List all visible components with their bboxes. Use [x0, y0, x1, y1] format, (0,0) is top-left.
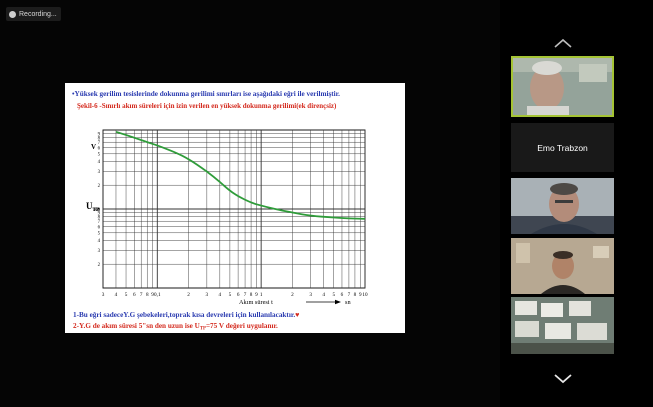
- participant-video-tile[interactable]: [511, 178, 614, 234]
- chart-x-tick-label: 3: [102, 292, 105, 298]
- chart-x-tick-label: 6: [341, 292, 344, 298]
- chart-x-tick-label: 3: [206, 292, 209, 298]
- slide-note-2-prefix: 2-Y.G de akım süresi 5"sn den uzun ise U: [73, 322, 201, 330]
- slide-figure-caption: Şekil-6 -Sınırlı akım süreleri için izin…: [77, 102, 337, 110]
- slide-note-1: 1-Bu eğri sadeceY.G şebekeleri,toprak kı…: [73, 311, 299, 319]
- participant-video-tile[interactable]: [511, 297, 614, 354]
- chart-y-tick-label: 2: [98, 184, 101, 189]
- chart-y-tick-label: 4: [98, 239, 101, 244]
- video-frame: [513, 58, 612, 115]
- recording-label: Recording...: [19, 10, 57, 18]
- video-frame: [511, 297, 614, 354]
- chart-y-tick-label: 7: [98, 141, 101, 146]
- slide-canvas: •Yüksek gerilim tesislerinde dokunma ger…: [72, 90, 368, 332]
- arrow-right-icon: [335, 299, 341, 305]
- chart-y-tick-label: 3: [98, 249, 101, 254]
- video-frame: [511, 178, 614, 234]
- participant-video-tile[interactable]: [511, 238, 614, 294]
- chart-x-tick-label: 10: [362, 292, 368, 298]
- chart-x-tick-label: 4: [115, 292, 118, 298]
- participant-video-tile[interactable]: [511, 56, 614, 117]
- chart-y-tick-label: 5: [98, 153, 101, 158]
- chart-x-tick-label: 5: [229, 292, 232, 298]
- chart-xlabel: Akım süresi t: [239, 299, 273, 306]
- chevron-down-icon[interactable]: [552, 372, 574, 384]
- chart-series-line: [115, 130, 366, 220]
- chart-x-tick-label: 8: [354, 292, 357, 298]
- chevron-up-icon[interactable]: [552, 37, 574, 49]
- slide-bullet-line: •Yüksek gerilim tesislerinde dokunma ger…: [72, 90, 340, 98]
- chart-x-tick-label: 4: [322, 292, 325, 298]
- chart-x-tick-label: 2: [187, 292, 190, 298]
- chart-x-tick-label: 4: [219, 292, 222, 298]
- chart-x-tick-label: 8: [146, 292, 149, 298]
- chart-y-tick-label: 6: [98, 146, 101, 151]
- chart-ylabel: UTP: [86, 201, 100, 213]
- chart-x-tick-label: 6: [133, 292, 136, 298]
- chart-y-tick-label: 3: [98, 170, 101, 175]
- chart-xlabel-unit: sn: [345, 299, 351, 306]
- chart-x-tick-label: 0,1: [154, 292, 161, 298]
- chart-x-tick-label: 5: [125, 292, 128, 298]
- chart-ylabel-unit: V: [91, 143, 96, 151]
- participant-name-tile[interactable]: Emo Trabzon: [511, 123, 614, 172]
- chart-y-tick-label: 6: [98, 225, 101, 230]
- chart-x-tick-label: 2: [291, 292, 294, 298]
- chart-x-tick-label: 7: [348, 292, 351, 298]
- screen-share-area: Recording... •Yüksek gerilim tesislerind…: [0, 0, 500, 407]
- slide-note-2: 2-Y.G de akım süresi 5"sn den uzun ise U…: [73, 322, 278, 332]
- chart-y-tick-label: 2: [98, 263, 101, 268]
- chart-x-tick-label: 7: [244, 292, 247, 298]
- heart-icon: ♥: [295, 311, 299, 319]
- video-frame: [511, 238, 614, 294]
- slide-note-1-text: 1-Bu eğri sadeceY.G şebekeleri,toprak kı…: [73, 311, 295, 319]
- chart-x-tick-label: 9: [255, 292, 258, 298]
- shared-slide: •Yüksek gerilim tesislerinde dokunma ger…: [65, 83, 405, 333]
- chart-y-tick-label: 4: [98, 160, 101, 165]
- chart-x-tick-label: 6: [237, 292, 240, 298]
- chart-x-tick-label: 5: [332, 292, 335, 298]
- chart-x-tick-label: 7: [140, 292, 143, 298]
- chart-y-tick-label: 7: [98, 220, 101, 225]
- participant-name: Emo Trabzon: [537, 142, 588, 153]
- participant-sidebar: Emo Trabzon: [500, 0, 653, 407]
- slide-note-2-suffix: =75 V değeri uygulanır.: [206, 322, 278, 330]
- chart-grid: [102, 129, 366, 289]
- chart-y-tick-label: 5: [98, 232, 101, 237]
- chart-x-tick-label: 8: [250, 292, 253, 298]
- chart-ylabel-sub: TP: [93, 207, 101, 213]
- chart-x-tick-label: 1: [260, 292, 263, 298]
- recording-indicator[interactable]: Recording...: [6, 7, 61, 21]
- chart-x-tick-label: 3: [309, 292, 312, 298]
- recording-icon: [9, 10, 16, 18]
